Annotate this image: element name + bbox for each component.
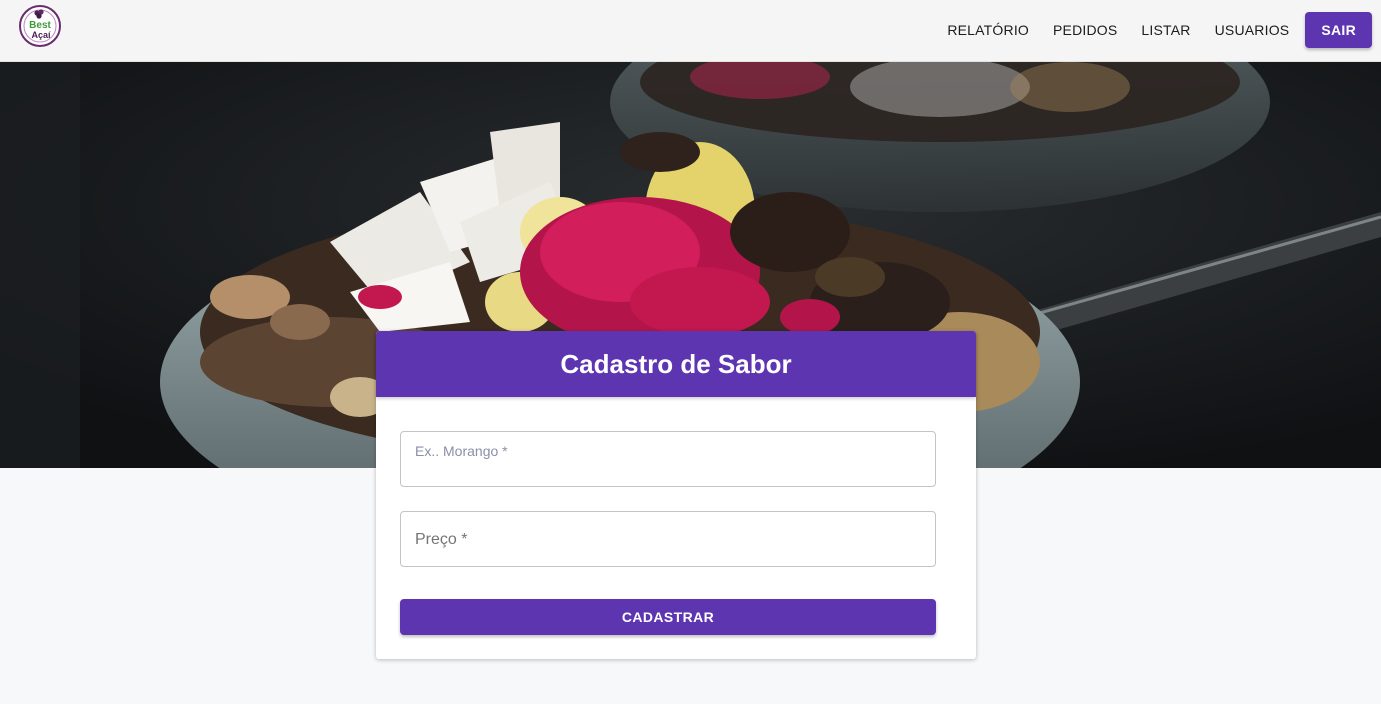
logout-button[interactable]: SAIR xyxy=(1305,12,1372,48)
nav-link-listar[interactable]: LISTAR xyxy=(1129,12,1202,48)
nav-link-usuarios[interactable]: USUARIOS xyxy=(1203,12,1302,48)
best-acai-logo[interactable]: Best Açaí xyxy=(18,4,62,48)
price-input[interactable] xyxy=(401,512,935,566)
logo-text-line2: Açaí xyxy=(31,30,51,40)
nav-links: RELATÓRIO PEDIDOS LISTAR USUARIOS SAIR xyxy=(935,12,1372,48)
nav-link-relatorio[interactable]: RELATÓRIO xyxy=(935,12,1041,48)
submit-button[interactable]: CADASTRAR xyxy=(400,599,936,635)
flavor-field[interactable]: Ex.. Morango * xyxy=(400,431,936,487)
flavor-form-card: Cadastro de Sabor Ex.. Morango * Preço *… xyxy=(376,331,976,659)
price-field[interactable]: Preço * xyxy=(400,511,936,567)
top-navbar: Best Açaí RELATÓRIO PEDIDOS LISTAR USUAR… xyxy=(0,0,1381,62)
form-title: Cadastro de Sabor xyxy=(376,331,976,397)
flavor-input[interactable] xyxy=(401,432,935,486)
nav-link-pedidos[interactable]: PEDIDOS xyxy=(1041,12,1129,48)
